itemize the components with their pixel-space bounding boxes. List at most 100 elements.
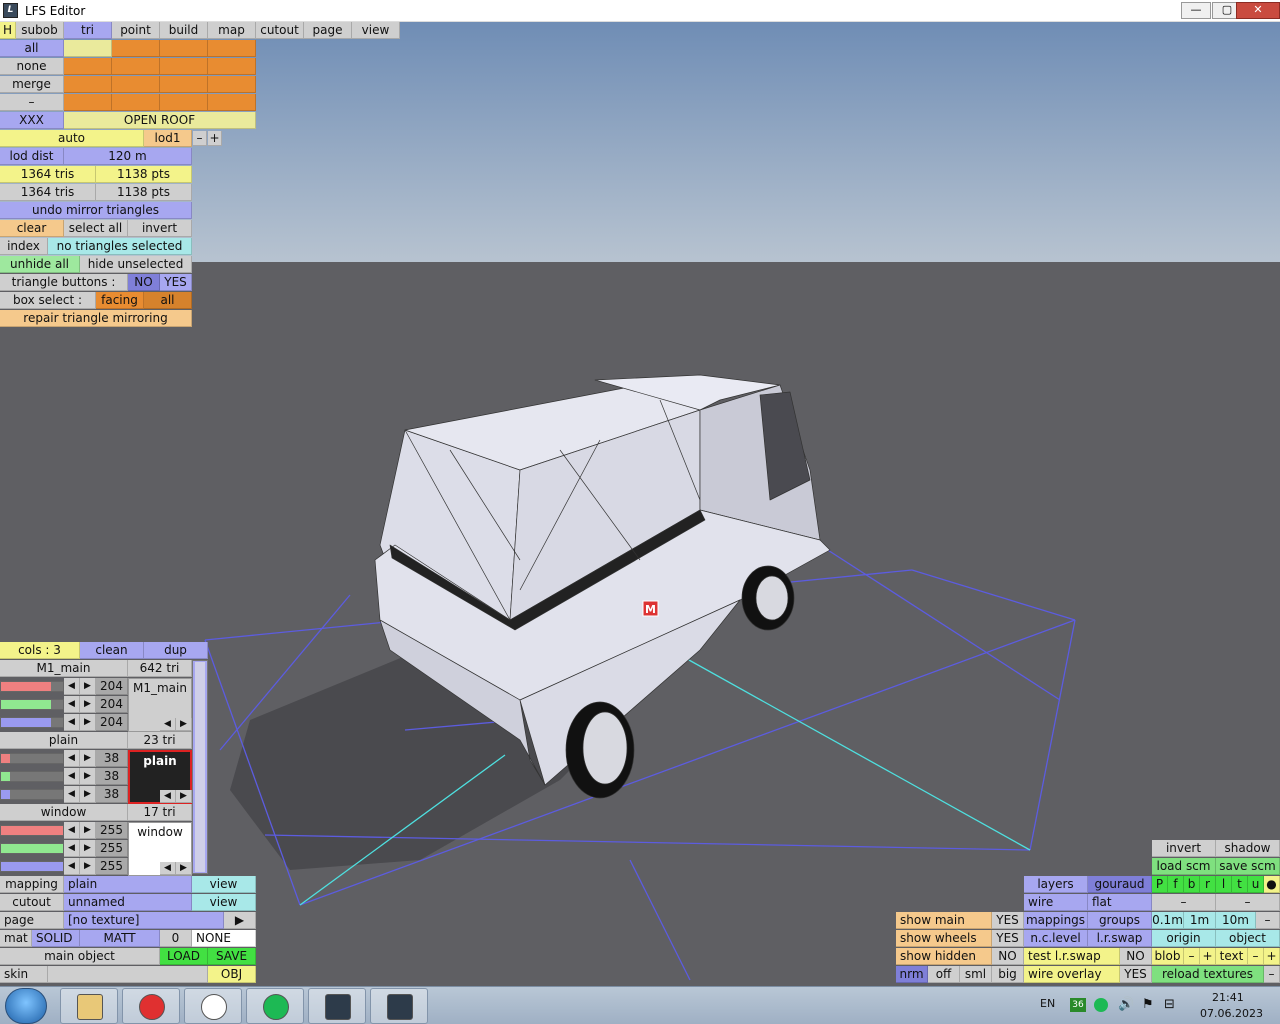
mapping-value[interactable]: plain <box>64 876 192 893</box>
decrease-arrow-icon[interactable]: ◀ <box>64 678 80 695</box>
mat-solid-button[interactable]: SOLID <box>32 930 80 947</box>
scrollbar-thumb[interactable] <box>195 662 205 872</box>
material-name[interactable]: M1_main <box>0 660 128 677</box>
nrm-button[interactable]: nrm <box>896 966 928 983</box>
obj-button[interactable]: OBJ <box>208 966 256 983</box>
increase-arrow-icon[interactable]: ▶ <box>80 786 96 803</box>
minimize-button[interactable]: — <box>1181 2 1211 19</box>
lod-select[interactable]: lod1 <box>144 130 192 147</box>
view-minus-button[interactable]: – <box>1152 894 1216 911</box>
origin-button[interactable]: origin <box>1152 930 1216 947</box>
tray-badge-icon[interactable]: 36 <box>1070 998 1086 1012</box>
tab-build[interactable]: build <box>160 22 208 39</box>
increase-arrow-icon[interactable]: ▶ <box>80 696 96 713</box>
subob-cell[interactable] <box>64 76 112 93</box>
test-lr-swap-button[interactable]: test l.r.swap <box>1024 948 1120 965</box>
view-f-button[interactable]: f <box>1168 876 1184 893</box>
unhide-all-button[interactable]: unhide all <box>0 256 80 273</box>
mappings-button[interactable]: mappings <box>1024 912 1088 929</box>
skin-value[interactable] <box>48 966 208 983</box>
subob-cell[interactable] <box>112 76 160 93</box>
decrease-arrow-icon[interactable]: ◀ <box>64 750 80 767</box>
preview-next-arrow-icon[interactable]: ▶ <box>176 862 192 875</box>
preview-prev-arrow-icon[interactable]: ◀ <box>160 862 176 875</box>
repair-mirroring-button[interactable]: repair triangle mirroring <box>0 310 192 327</box>
color-value-g[interactable]: 255 <box>96 840 128 857</box>
increase-arrow-icon[interactable]: ▶ <box>80 840 96 857</box>
subob-cell[interactable] <box>64 94 112 111</box>
flag-icon[interactable]: ⚑ <box>1142 997 1154 1012</box>
save-scm-button[interactable]: save scm <box>1216 858 1280 875</box>
show-main-toggle[interactable]: YES <box>992 912 1024 929</box>
grid-minus-button[interactable]: – <box>1256 912 1280 929</box>
triangle-buttons-no[interactable]: NO <box>128 274 160 291</box>
text-minus-button[interactable]: – <box>1248 948 1264 965</box>
subob-cell[interactable] <box>64 58 112 75</box>
save-button[interactable]: SAVE <box>208 948 256 965</box>
volume-icon[interactable]: 🔊 <box>1118 997 1134 1012</box>
mat-zero-value[interactable]: 0 <box>160 930 192 947</box>
reload-textures-button[interactable]: reload textures <box>1152 966 1264 983</box>
view-u-button[interactable]: u <box>1248 876 1264 893</box>
color-value-r[interactable]: 255 <box>96 822 128 839</box>
color-slider-g[interactable] <box>0 843 64 854</box>
color-value-r[interactable]: 38 <box>96 750 128 767</box>
subob-cell[interactable] <box>160 40 208 57</box>
dup-button[interactable]: dup <box>144 642 208 659</box>
chrome-app[interactable] <box>184 988 242 1024</box>
off-button[interactable]: off <box>928 966 960 983</box>
box-select-facing[interactable]: facing <box>96 292 144 309</box>
decrease-arrow-icon[interactable]: ◀ <box>64 714 80 731</box>
color-slider-r[interactable] <box>0 681 64 692</box>
sml-button[interactable]: sml <box>960 966 992 983</box>
wire-button[interactable]: wire <box>1024 894 1088 911</box>
select-all-button[interactable]: select all <box>64 220 128 237</box>
lod-dist-value[interactable]: 120 m <box>64 148 192 165</box>
subob-cell[interactable] <box>112 58 160 75</box>
tab-subob[interactable]: subob <box>16 22 64 39</box>
flat-button[interactable]: flat <box>1088 894 1152 911</box>
color-slider-g[interactable] <box>0 699 64 710</box>
lr-swap-button[interactable]: l.r.swap <box>1088 930 1152 947</box>
subob-cell[interactable] <box>160 58 208 75</box>
mat-none-value[interactable]: NONE <box>192 930 256 947</box>
subob-cell[interactable] <box>112 94 160 111</box>
tab-page[interactable]: page <box>304 22 352 39</box>
lfs-app-1[interactable] <box>308 988 366 1024</box>
subob-dash-button[interactable]: – <box>0 94 64 111</box>
material-name[interactable]: plain <box>0 732 128 749</box>
decrease-arrow-icon[interactable]: ◀ <box>64 786 80 803</box>
view-b-button[interactable]: b <box>1184 876 1200 893</box>
color-slider-b[interactable] <box>0 861 64 872</box>
decrease-arrow-icon[interactable]: ◀ <box>64 768 80 785</box>
increase-arrow-icon[interactable]: ▶ <box>80 750 96 767</box>
color-value-g[interactable]: 204 <box>96 696 128 713</box>
color-value-b[interactable]: 255 <box>96 858 128 875</box>
cutout-view-button[interactable]: view <box>192 894 256 911</box>
groups-button[interactable]: groups <box>1088 912 1152 929</box>
spotify-app[interactable] <box>246 988 304 1024</box>
subob-cell[interactable] <box>208 58 256 75</box>
gouraud-button[interactable]: gouraud <box>1088 876 1152 893</box>
tab-map[interactable]: map <box>208 22 256 39</box>
spotify-tray-icon[interactable] <box>1094 998 1108 1012</box>
subob-none-button[interactable]: none <box>0 58 64 75</box>
language-indicator[interactable]: EN <box>1040 997 1055 1010</box>
object-button[interactable]: object <box>1216 930 1280 947</box>
increase-arrow-icon[interactable]: ▶ <box>80 822 96 839</box>
nc-level-button[interactable]: n.c.level <box>1024 930 1088 947</box>
clock-date[interactable]: 07.06.2023 <box>1200 1007 1263 1020</box>
subob-cell[interactable] <box>208 40 256 57</box>
preview-prev-arrow-icon[interactable]: ◀ <box>160 790 176 803</box>
material-name[interactable]: window <box>0 804 128 821</box>
layers-button[interactable]: layers <box>1024 876 1088 893</box>
mat-matt-button[interactable]: MATT <box>80 930 160 947</box>
view-minus-button-2[interactable]: – <box>1216 894 1280 911</box>
close-button[interactable]: ✕ <box>1236 2 1280 19</box>
triangle-buttons-yes[interactable]: YES <box>160 274 192 291</box>
view-dot-button[interactable]: ● <box>1264 876 1280 893</box>
reload-minus-button[interactable]: – <box>1264 966 1280 983</box>
load-scm-button[interactable]: load scm <box>1152 858 1216 875</box>
subob-cell[interactable] <box>160 76 208 93</box>
preview-next-arrow-icon[interactable]: ▶ <box>176 718 192 731</box>
